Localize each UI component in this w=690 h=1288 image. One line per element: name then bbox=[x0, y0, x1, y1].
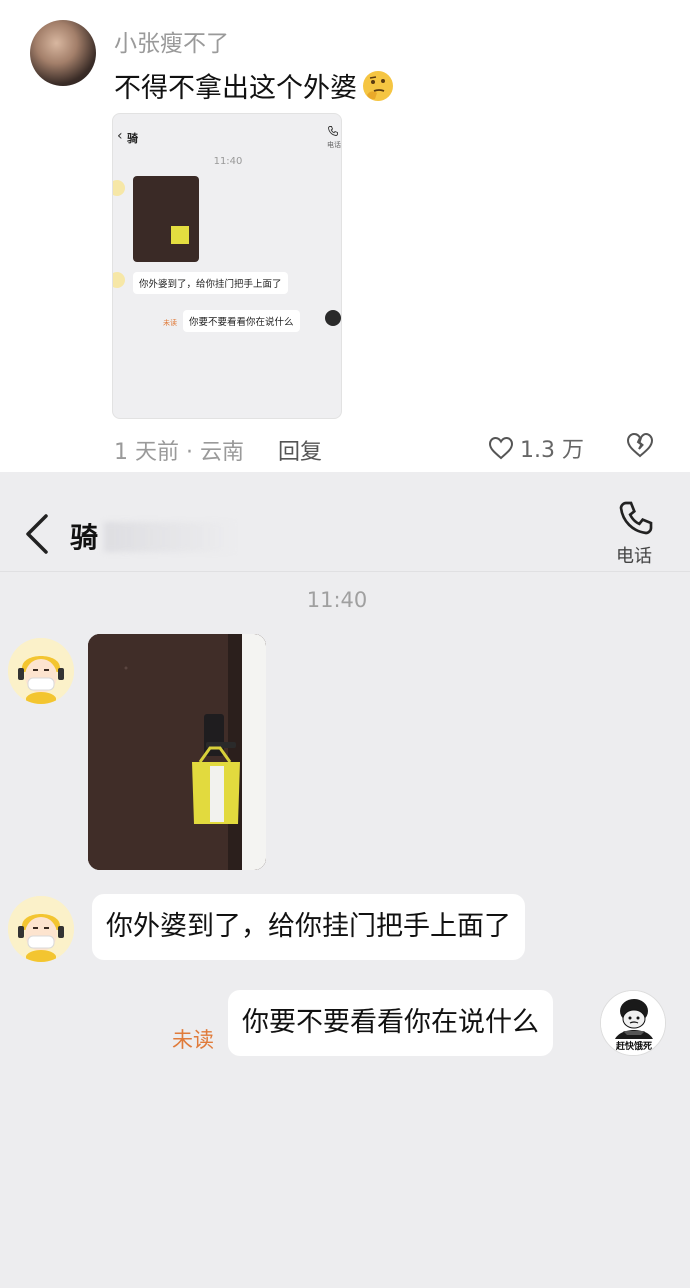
rider-avatar[interactable] bbox=[8, 638, 74, 704]
thinking-face-icon bbox=[363, 70, 393, 101]
chat-contact-name: 骑 bbox=[70, 521, 99, 554]
phone-icon[interactable] bbox=[616, 498, 656, 538]
broken-heart-icon[interactable] bbox=[626, 432, 654, 458]
thumb-timestamp: 11:40 bbox=[213, 156, 243, 167]
back-arrow-icon[interactable] bbox=[22, 512, 52, 556]
thumb-chat-title: 骑 bbox=[127, 132, 138, 145]
message-bubble-incoming[interactable]: 你外婆到了，给你挂门把手上面了 bbox=[92, 894, 525, 960]
commenter-username[interactable]: 小张瘦不了 bbox=[114, 24, 229, 58]
commenter-avatar[interactable] bbox=[30, 20, 96, 86]
my-avatar-caption: 赶快饿死 bbox=[615, 1042, 652, 1052]
unread-label: 未读 bbox=[172, 1028, 214, 1052]
redacted-name-blur bbox=[104, 522, 234, 552]
thumb-phone-icon bbox=[328, 126, 338, 136]
thumb-rider-avatar bbox=[113, 180, 125, 196]
thumb-message-out: 你要不要看看你在说什么 bbox=[183, 310, 300, 332]
door-handle-photo[interactable] bbox=[88, 634, 266, 870]
thumb-my-avatar bbox=[325, 310, 341, 326]
thumb-yellow-bag bbox=[171, 226, 189, 244]
comment-image-thumbnail[interactable]: ‹ 骑 电话 11:40 你外婆到了，给你挂门把手上面了 未读 你要不要看看你在… bbox=[112, 113, 342, 419]
door-with-bag-image bbox=[88, 634, 266, 870]
thumb-unread-label: 未读 bbox=[163, 319, 177, 327]
comment-meta: 1 天前 · 云南 bbox=[114, 440, 244, 465]
chat-header: 骑 电话 bbox=[0, 472, 690, 572]
comment-text-body: 不得不拿出这个外婆 bbox=[114, 73, 357, 104]
thumb-message-in: 你外婆到了，给你挂门把手上面了 bbox=[133, 272, 288, 294]
chat-timestamp: 11:40 bbox=[306, 588, 368, 612]
rider-face-icon bbox=[8, 638, 74, 704]
rider-face-icon bbox=[8, 896, 74, 962]
thumb-rider-avatar bbox=[113, 272, 125, 288]
comment-text: 不得不拿出这个外婆 bbox=[114, 66, 395, 105]
rider-avatar[interactable] bbox=[8, 896, 74, 962]
thumb-back-icon: ‹ bbox=[117, 128, 123, 144]
my-avatar[interactable]: 赶快饿死 bbox=[600, 990, 666, 1056]
message-bubble-outgoing[interactable]: 你要不要看看你在说什么 bbox=[228, 990, 553, 1056]
like-count: 1.3 万 bbox=[520, 438, 584, 463]
like-button[interactable]: 1.3 万 bbox=[488, 432, 584, 464]
reply-button[interactable]: 回复 bbox=[278, 434, 322, 466]
heart-icon bbox=[488, 436, 514, 460]
phone-label[interactable]: 电话 bbox=[616, 542, 652, 568]
comment-card: 小张瘦不了 不得不拿出这个外婆 ‹ 骑 电话 11:40 你外婆到了，给你挂门把… bbox=[0, 0, 690, 472]
thumb-door-photo bbox=[133, 176, 199, 262]
chat-screenshot: 骑 电话 11:40 你外婆到了，给你挂门把手上面了 未读 你要不要看看你在说什… bbox=[0, 472, 690, 1288]
thumb-phone-label: 电话 bbox=[327, 141, 341, 149]
